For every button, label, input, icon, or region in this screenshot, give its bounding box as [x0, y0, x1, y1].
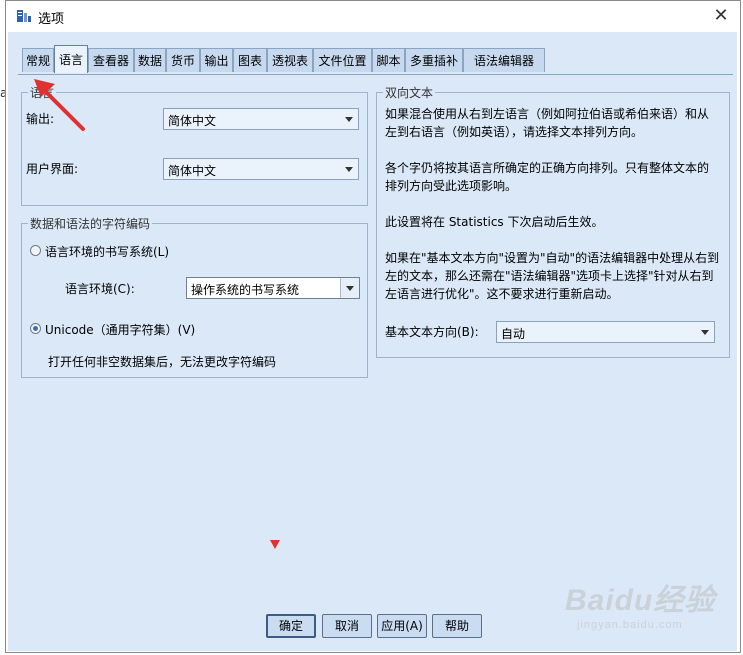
text-line: 左的文本，那么还需在"语法编辑器"选项卡上选择"针对从右到	[385, 269, 714, 283]
close-icon[interactable]: ✕	[710, 5, 732, 27]
language-tab-panel: 语言 输出: 简体中文 用户界面: 简体中文 数据和语法的字符编码 语言环境的书…	[18, 74, 733, 605]
chevron-down-icon	[340, 109, 358, 129]
text-line: 如果混合使用从右到左语言（例如阿拉伯语或希伯来语）和从	[385, 107, 710, 121]
ui-language-value: 简体中文	[168, 164, 217, 178]
tab-scripts[interactable]: 脚本	[372, 48, 405, 72]
locale-option-label[interactable]: 语言环境的书写系统(L)	[45, 243, 169, 260]
cancel-button[interactable]: 取消	[322, 614, 372, 638]
bidi-paragraph-1: 如果混合使用从右到左语言（例如阿拉伯语或希伯来语）和从 左到右语言（例如英语），…	[385, 105, 709, 141]
chevron-down-icon	[696, 322, 714, 342]
bidi-paragraph-4: 如果在"基本文本方向"设置为"自动"的语法编辑器中处理从右到 左的文本，那么还需…	[385, 249, 719, 303]
tab-charts[interactable]: 图表	[233, 48, 267, 72]
apply-button[interactable]: 应用(A)	[377, 614, 427, 638]
chevron-down-icon	[340, 278, 359, 298]
text-line: 排列方向受此选项影响。	[385, 179, 518, 193]
baidu-watermark: Baidu经验 jingyan.baidu.com	[565, 575, 715, 631]
tab-data[interactable]: 数据	[134, 48, 166, 72]
encoding-note: 打开任何非空数据集后，无法更改字符编码	[48, 355, 277, 369]
tab-syntax-editor[interactable]: 语法编辑器	[463, 48, 545, 72]
bidi-group-legend: 双向文本	[383, 84, 436, 101]
unicode-option-label[interactable]: Unicode（通用字符集）(V)	[45, 321, 195, 338]
encoding-group-legend: 数据和语法的字符编码	[28, 215, 153, 232]
locale-select[interactable]: 操作系统的书写系统	[186, 277, 360, 299]
help-button[interactable]: 帮助	[432, 614, 482, 638]
spss-app-icon	[17, 10, 31, 22]
window-title: 选项	[38, 12, 65, 27]
watermark-sub: jingyan.baidu.com	[577, 619, 683, 631]
dialog-body: 常规 语言 查看器 数据 货币 输出 图表 透视表 文件位置 脚本 多重插补 语…	[8, 32, 737, 651]
text-direction-value: 自动	[501, 327, 526, 341]
text-line: 左到右语言（例如英语），请选择文本排列方向。	[385, 125, 644, 139]
ui-language-select[interactable]: 简体中文	[163, 158, 359, 180]
chevron-down-icon	[340, 159, 358, 179]
locale-value: 操作系统的书写系统	[191, 283, 300, 297]
output-language-value: 简体中文	[168, 114, 217, 128]
title-bar[interactable]: 选项 ✕	[6, 1, 740, 31]
bidi-paragraph-2: 各个字仍将按其语言所确定的正确方向排列。只有整体文本的 排列方向受此选项影响。	[385, 159, 709, 195]
tab-currency[interactable]: 货币	[166, 48, 200, 72]
ui-language-label: 用户界面:	[26, 162, 79, 176]
tab-multiple-imputation[interactable]: 多重插补	[405, 48, 463, 72]
text-direction-select[interactable]: 自动	[496, 321, 715, 343]
watermark-main: Baidu经验	[565, 584, 716, 617]
text-line: 左语言进行优化"。这不要求进行重新启动。	[385, 287, 619, 301]
locale-radio[interactable]	[30, 245, 41, 256]
output-language-select[interactable]: 简体中文	[163, 108, 359, 130]
text-line: 此设置将在 Statistics 下次启动后生效。	[385, 215, 604, 229]
tab-pivot-tables[interactable]: 透视表	[267, 48, 313, 72]
tab-output[interactable]: 输出	[200, 48, 233, 72]
tab-language[interactable]: 语言	[54, 45, 88, 73]
unicode-radio[interactable]	[30, 323, 41, 334]
text-line: 各个字仍将按其语言所确定的正确方向排列。只有整体文本的	[385, 161, 710, 175]
red-marker-icon	[270, 540, 280, 549]
bidi-paragraph-3: 此设置将在 Statistics 下次启动后生效。	[385, 213, 604, 231]
red-arrow-annotation-icon	[34, 79, 85, 131]
text-direction-label: 基本文本方向(B):	[385, 325, 479, 339]
options-dialog: 选项 ✕ 常规 语言 查看器 数据 货币 输出 图表 透视表 文件位置 脚本 多…	[5, 0, 741, 653]
ok-button[interactable]: 确定	[266, 614, 316, 638]
text-line: 如果在"基本文本方向"设置为"自动"的语法编辑器中处理从右到	[385, 251, 720, 265]
tab-file-locations[interactable]: 文件位置	[313, 48, 372, 72]
locale-label: 语言环境(C):	[65, 282, 135, 296]
tab-viewer[interactable]: 查看器	[88, 48, 134, 72]
bidi-group: 双向文本 如果混合使用从右到左语言（例如阿拉伯语或希伯来语）和从 左到右语言（例…	[376, 84, 730, 358]
encoding-group: 数据和语法的字符编码 语言环境的书写系统(L) 语言环境(C): 操作系统的书写…	[21, 215, 368, 378]
tab-general[interactable]: 常规	[22, 48, 54, 72]
